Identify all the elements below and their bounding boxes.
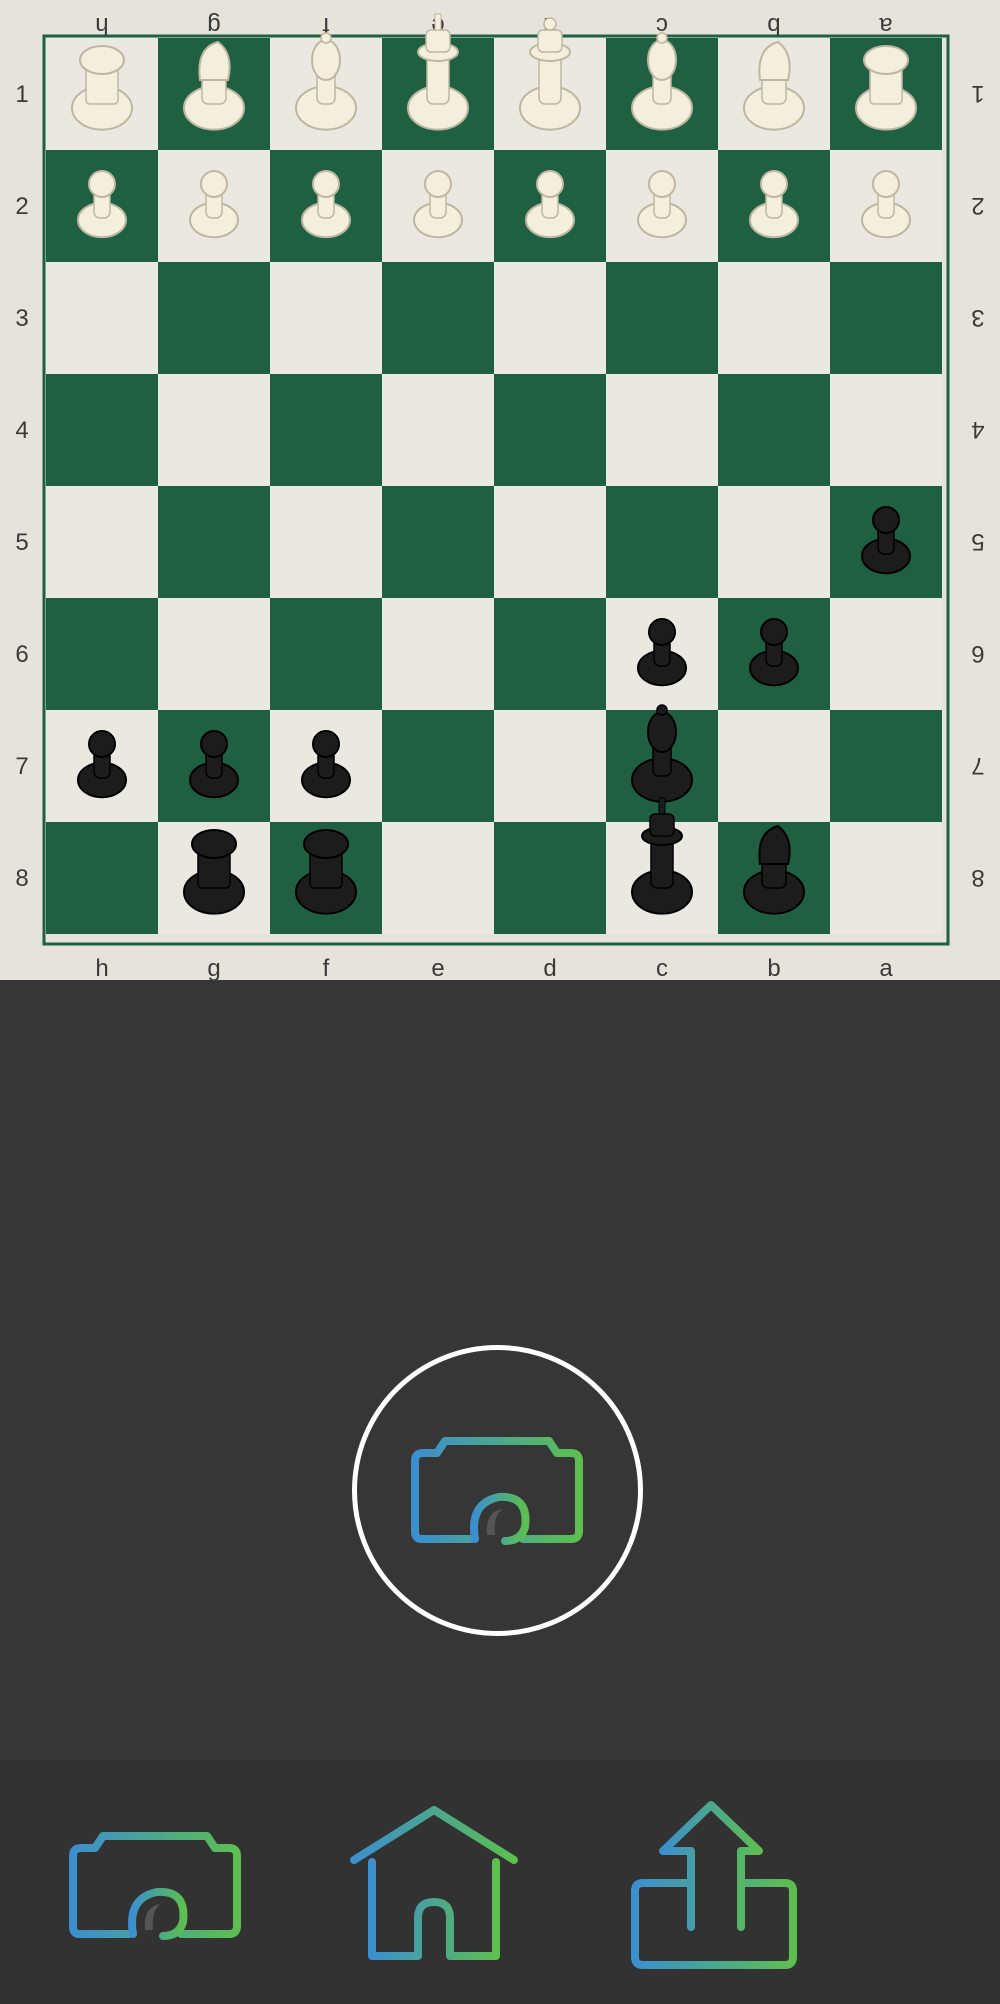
board-square: [382, 822, 494, 934]
board-square: [270, 486, 382, 598]
board-square: [270, 262, 382, 374]
file-label: h: [95, 12, 108, 39]
board-square: [830, 822, 942, 934]
camera-icon: [410, 1436, 583, 1545]
board-square: [830, 374, 942, 486]
board-square: [46, 598, 158, 710]
rank-label: 3: [15, 305, 28, 332]
board-square: [718, 710, 830, 822]
board-square: [606, 262, 718, 374]
board-square: [718, 262, 830, 374]
rank-label: 3: [971, 304, 984, 331]
board-square: [382, 262, 494, 374]
rank-label: 2: [15, 193, 28, 220]
board-square: [382, 486, 494, 598]
rank-label: 7: [15, 753, 28, 780]
nav-share-button[interactable]: [626, 1801, 806, 1969]
file-label: a: [879, 955, 893, 980]
board-square: [158, 262, 270, 374]
rank-label: 8: [971, 864, 984, 891]
board-square: [830, 262, 942, 374]
board-square: [830, 598, 942, 710]
board-square: [158, 374, 270, 486]
board-square: [494, 822, 606, 934]
file-label: e: [431, 955, 444, 980]
board-square: [718, 486, 830, 598]
bottom-navbar: [0, 1760, 1000, 2004]
board-square: [158, 598, 270, 710]
board-square: [830, 710, 942, 822]
board-square: [382, 598, 494, 710]
board-photo: hhggffeeddccbbaa1122334455667788: [0, 0, 1000, 980]
board-square: [382, 710, 494, 822]
file-label: a: [879, 12, 893, 39]
board-square: [46, 822, 158, 934]
board-square: [46, 374, 158, 486]
file-label: g: [207, 12, 220, 39]
rank-label: 7: [971, 752, 984, 779]
board-square: [718, 374, 830, 486]
capture-button[interactable]: [352, 1345, 643, 1636]
rank-label: 1: [971, 80, 984, 107]
board-square: [270, 598, 382, 710]
rank-label: 5: [15, 529, 28, 556]
board-square: [382, 374, 494, 486]
board-square: [46, 486, 158, 598]
board-square: [606, 486, 718, 598]
rank-label: 1: [15, 81, 28, 108]
rank-label: 6: [971, 640, 984, 667]
chess-board: hhggffeeddccbbaa1122334455667788: [0, 0, 1000, 980]
file-label: c: [656, 955, 668, 980]
file-label: b: [767, 955, 780, 980]
rank-label: 6: [15, 641, 28, 668]
home-icon: [350, 1806, 518, 1960]
rank-label: 8: [15, 865, 28, 892]
rank-label: 5: [971, 528, 984, 555]
board-square: [494, 598, 606, 710]
nav-camera-button[interactable]: [66, 1806, 246, 1966]
board-square: [494, 710, 606, 822]
board-square: [270, 374, 382, 486]
board-square: [606, 374, 718, 486]
file-label: h: [95, 955, 108, 980]
rank-label: 4: [15, 417, 28, 444]
file-label: d: [543, 955, 556, 980]
board-square: [494, 374, 606, 486]
share-icon: [631, 1801, 797, 1969]
board-square: [494, 486, 606, 598]
board-square: [46, 262, 158, 374]
rank-label: 4: [971, 416, 984, 443]
camera-icon: [69, 1832, 241, 1940]
file-label: g: [207, 955, 220, 980]
board-square: [494, 262, 606, 374]
nav-home-button[interactable]: [345, 1806, 525, 1966]
rank-label: 2: [971, 192, 984, 219]
file-label: f: [323, 955, 330, 980]
board-square: [158, 486, 270, 598]
file-label: b: [767, 12, 780, 39]
